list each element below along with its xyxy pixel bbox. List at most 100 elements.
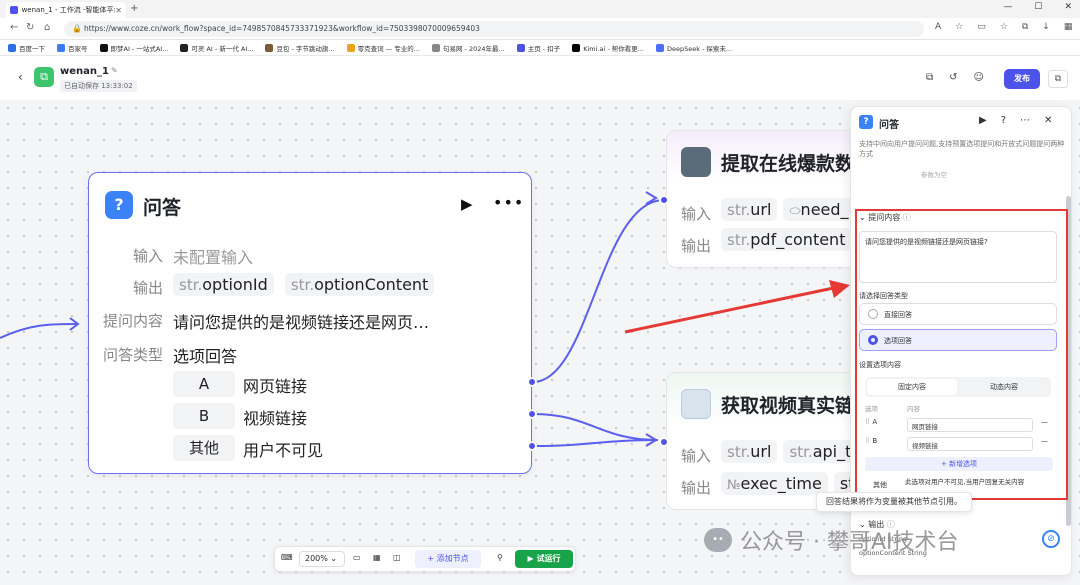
- bookmark-item[interactable]: 豆包 - 字节跳动旗...: [265, 43, 335, 53]
- option-value-other: 用户不可见: [243, 441, 324, 460]
- juyi-icon: [431, 44, 440, 52]
- bookmark-item[interactable]: 句易网 - 2024年最...: [431, 43, 505, 53]
- bookmark-item[interactable]: 百度一下: [8, 43, 45, 53]
- workflow-logo-icon: ⧉: [34, 67, 54, 87]
- lingke-icon: [346, 44, 355, 52]
- favorite-star-icon[interactable]: ☆: [955, 22, 963, 32]
- add-node-button[interactable]: + 添加节点: [415, 550, 481, 568]
- answer-type-label: 问答类型: [102, 346, 163, 364]
- url-input[interactable]: 🔒 https://www.coze.cn/work_flow?space_id…: [64, 21, 924, 37]
- panel-actions: ▶ ? ⋯ ✕: [979, 115, 1052, 126]
- read-aloud-icon[interactable]: A: [935, 22, 941, 32]
- node-b-input-label: 输入: [681, 447, 712, 465]
- browser-titlebar: [0, 0, 1080, 18]
- node-b-output-label: 输出: [681, 479, 712, 497]
- copy-icon[interactable]: ⧉: [926, 72, 933, 83]
- layout-icon[interactable]: ▦: [373, 553, 381, 562]
- panel-play-icon[interactable]: ▶: [979, 115, 987, 126]
- coze-tab-icon: [10, 6, 18, 14]
- window-controls: — ☐ ✕: [1003, 2, 1072, 12]
- edge-b1: [532, 413, 659, 441]
- bottom-toolbar: ⌨ 200% ⌄ ▭ ▦ ◫ + 添加节点 ⚲ ▶ 试运行: [274, 546, 576, 572]
- node-a-title: 提取在线爆款数: [721, 153, 855, 175]
- debug-icon[interactable]: ⚲: [497, 553, 503, 562]
- mouse-mode-icon[interactable]: ⌨: [281, 553, 293, 562]
- doubao-icon: [265, 44, 274, 52]
- split-screen-icon[interactable]: ▭: [977, 22, 986, 32]
- bookmark-item[interactable]: 可灵 AI - 新一代 AI...: [180, 43, 253, 53]
- comment-icon[interactable]: ▭: [353, 553, 361, 562]
- extensions-icon[interactable]: ⧉: [1022, 22, 1028, 32]
- question-node-icon: ?: [105, 191, 133, 219]
- node-a-input-chips: str.url ⬭need_i: [721, 198, 859, 221]
- jimeng-icon: [99, 44, 108, 52]
- node-a-output-pdf: str.pdf_content: [721, 228, 852, 251]
- output-port-b[interactable]: [527, 409, 537, 419]
- minimize-icon[interactable]: —: [1003, 2, 1012, 12]
- node-a-output-chips: str.pdf_content: [721, 228, 852, 251]
- back-arrow-icon[interactable]: ‹: [18, 70, 23, 84]
- edit-icon[interactable]: ✎: [111, 66, 118, 75]
- play-icon[interactable]: ▶: [461, 195, 473, 213]
- question-answer-node[interactable]: ? 问答 ▶ ••• 输入 未配置输入 输出 str.optionId str.…: [88, 172, 532, 474]
- panel-close-icon[interactable]: ✕: [1044, 115, 1052, 126]
- output-chip-optioncontent: str.optionContent: [284, 273, 435, 296]
- node-b-input-port[interactable]: [659, 437, 669, 447]
- collaborator-icon[interactable]: ☺: [974, 72, 984, 83]
- maximize-icon[interactable]: ☐: [1034, 2, 1042, 12]
- bookmark-item[interactable]: DeepSeek - 探索未...: [655, 43, 732, 53]
- panel-question-icon: ?: [859, 115, 873, 129]
- input-value: 未配置输入: [173, 248, 254, 267]
- watermark: •• 公众号 · 攀哥AI技术台: [704, 524, 959, 556]
- bookmark-item[interactable]: Kimi.ai - 帮你看更...: [572, 43, 644, 53]
- output-port-a[interactable]: [527, 377, 537, 387]
- option-value-b: 视频链接: [243, 409, 308, 428]
- node-b-input-chips: str.url str.api_tol: [721, 440, 865, 463]
- bookmark-item[interactable]: 零克查词 — 专业的...: [346, 43, 420, 53]
- output-port-other[interactable]: [527, 441, 537, 451]
- browser-toolbar-icons: A ☆ ▭ ☆ ⧉ ↓ ▦ ● ⋯: [935, 22, 1080, 32]
- home-icon[interactable]: ⌂: [44, 22, 50, 33]
- wechat-icon: ••: [704, 528, 732, 552]
- close-window-icon[interactable]: ✕: [1064, 2, 1072, 12]
- bookmarks-list: 百度一下 百家号 即梦AI - 一站式AI... 可灵 AI - 新一代 AI.…: [0, 40, 1080, 56]
- node-a-input-port[interactable]: [659, 195, 669, 205]
- bookmark-item[interactable]: 即梦AI - 一站式AI...: [99, 43, 168, 53]
- zoom-select[interactable]: 200% ⌄: [299, 551, 345, 567]
- favorites-icon[interactable]: ☆: [1000, 22, 1008, 32]
- output-chips: str.optionId str.optionContent: [173, 273, 440, 296]
- more-icon[interactable]: •••: [493, 193, 524, 212]
- app-header: ‹ ⧉ wenan_1 ✎ 已自动保存 13:33:02 ⧉ ↺ ☺ 发布 ⧉: [0, 56, 1080, 100]
- history-icon[interactable]: ↺: [949, 72, 957, 83]
- question-value: 请问您提供的是视频链接还是网页…: [173, 313, 430, 332]
- refresh-icon[interactable]: ↻: [26, 22, 34, 33]
- publish-button[interactable]: 发布: [1004, 69, 1040, 89]
- empty-params-hint: 参数为空: [921, 171, 947, 179]
- edge-in: [0, 323, 77, 339]
- bookmark-item[interactable]: 主页 - 扣子: [516, 43, 560, 53]
- plugin-robot-icon: [681, 147, 711, 177]
- panel-help-icon[interactable]: ?: [1001, 115, 1006, 126]
- test-run-button[interactable]: ▶ 试运行: [515, 550, 573, 568]
- download-icon[interactable]: ↓: [1042, 22, 1050, 32]
- header-icons: ⧉ ↺ ☺: [926, 72, 984, 83]
- collections-icon[interactable]: ▦: [1064, 22, 1073, 32]
- option-value-a: 网页链接: [243, 377, 308, 396]
- baidu-icon: [8, 44, 16, 52]
- annotation-arrow-head: [829, 280, 850, 298]
- back-nav-icon[interactable]: ←: [10, 22, 18, 33]
- assistant-icon[interactable]: ⊘: [1042, 530, 1060, 548]
- extract-content-node[interactable]: 提取在线爆款数 输入 str.url ⬭need_i 输出 str.pdf_co…: [666, 130, 866, 268]
- minimap-icon[interactable]: ◫: [393, 553, 401, 562]
- tooltip: 回答结果将作为变量被其他节点引用。: [816, 492, 972, 512]
- more-options-icon[interactable]: ⧉: [1048, 70, 1068, 88]
- browser-tab[interactable]: wenan_1 - 工作流 -智能体平台 ✕: [6, 2, 126, 18]
- new-tab-button[interactable]: +: [130, 3, 138, 14]
- autosave-status: 已自动保存 13:33:02: [60, 80, 137, 92]
- tab-close-icon[interactable]: ✕: [115, 6, 122, 15]
- video-link-node[interactable]: 获取视频真实链 输入 str.url str.api_tol 输出 №exec_…: [666, 372, 866, 510]
- panel-title: 问答: [879, 120, 899, 131]
- panel-more-icon[interactable]: ⋯: [1020, 115, 1030, 126]
- plugin-globe-icon: [681, 389, 711, 419]
- bookmark-item[interactable]: 百家号: [57, 43, 88, 53]
